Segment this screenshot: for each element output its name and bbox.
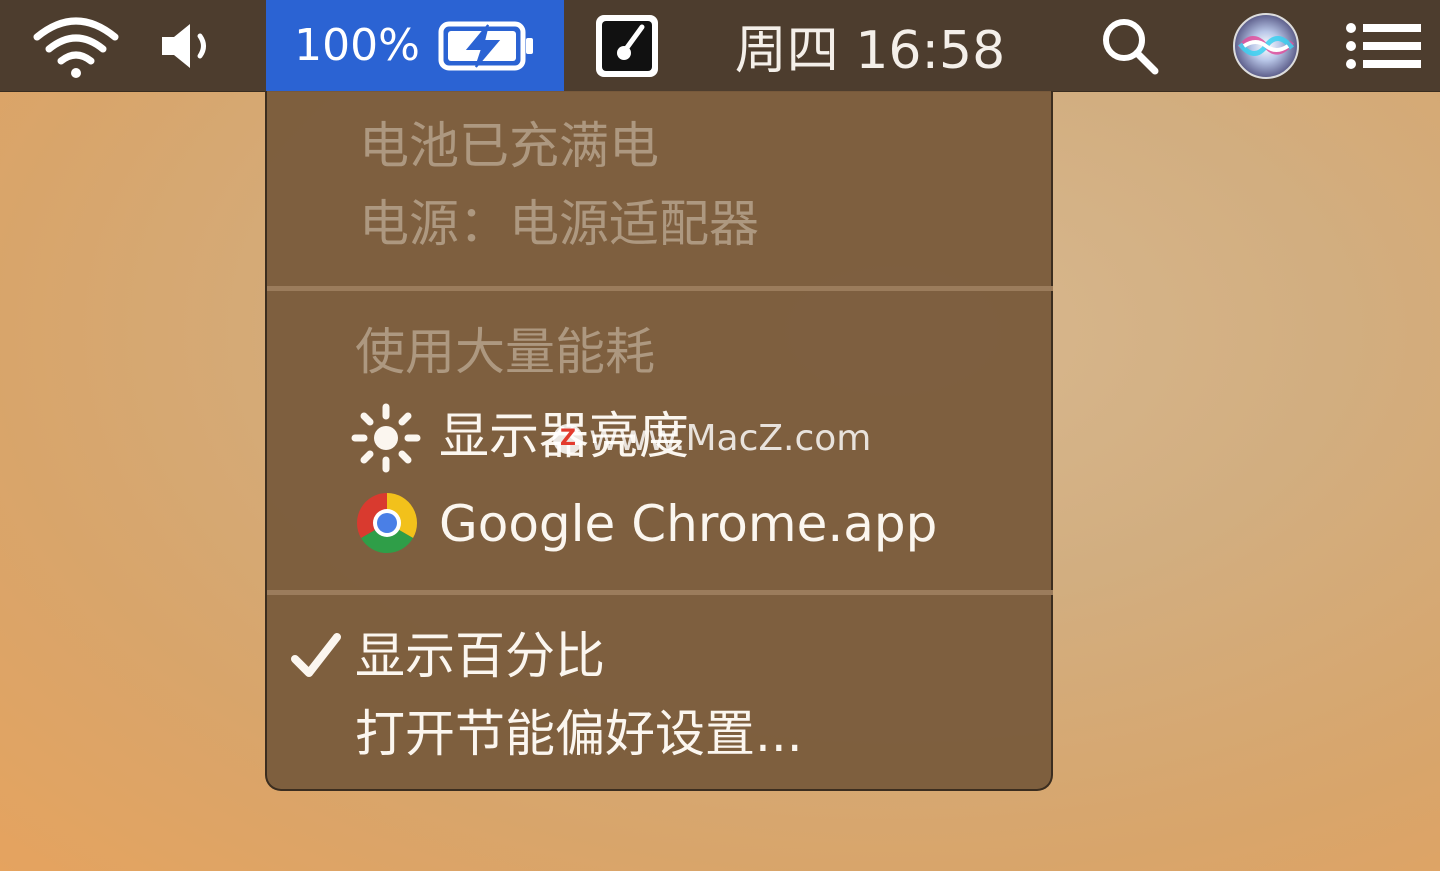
menu-item-label: Google Chrome.app (439, 495, 938, 553)
battery-charging-icon (438, 21, 533, 70)
checkmark-icon (289, 629, 343, 683)
watermark: Z www.MacZ.com (553, 418, 871, 459)
wifi-status-item[interactable] (28, 0, 124, 91)
chrome-icon (355, 491, 419, 555)
wifi-icon (33, 17, 119, 78)
search-icon (1103, 18, 1159, 74)
menu-separator (267, 590, 1053, 595)
siri-icon (1233, 12, 1299, 79)
app-status-icon (596, 14, 658, 77)
clock[interactable]: 周四 16:58 (720, 0, 1020, 91)
menu-item-label: 显示百分比 (355, 627, 605, 685)
notification-center-icon (1346, 22, 1421, 69)
app-status-item[interactable] (590, 0, 664, 91)
volume-status-item[interactable] (152, 0, 224, 91)
watermark-logo: Z (553, 423, 583, 454)
watermark-text: www.MacZ.com (589, 418, 872, 459)
notification-center-button[interactable] (1340, 0, 1430, 91)
battery-percentage: 100% (294, 20, 420, 71)
battery-status-item[interactable]: 100% (266, 0, 564, 91)
menu-bar: 100% 周四 16:58 (0, 0, 1440, 92)
battery-status-text: 电池已充满电 (359, 117, 659, 175)
menu-item-open-energy-saver-prefs[interactable]: 打开节能偏好设置... (355, 709, 803, 759)
power-source-text: 电源：电源适配器 (359, 195, 759, 253)
heavy-usage-header: 使用大量能耗 (355, 323, 655, 381)
brightness-icon (351, 403, 421, 473)
volume-icon (162, 23, 206, 68)
menu-separator (267, 286, 1053, 291)
siri-button[interactable] (1226, 0, 1306, 91)
spotlight-button[interactable] (1090, 0, 1170, 91)
